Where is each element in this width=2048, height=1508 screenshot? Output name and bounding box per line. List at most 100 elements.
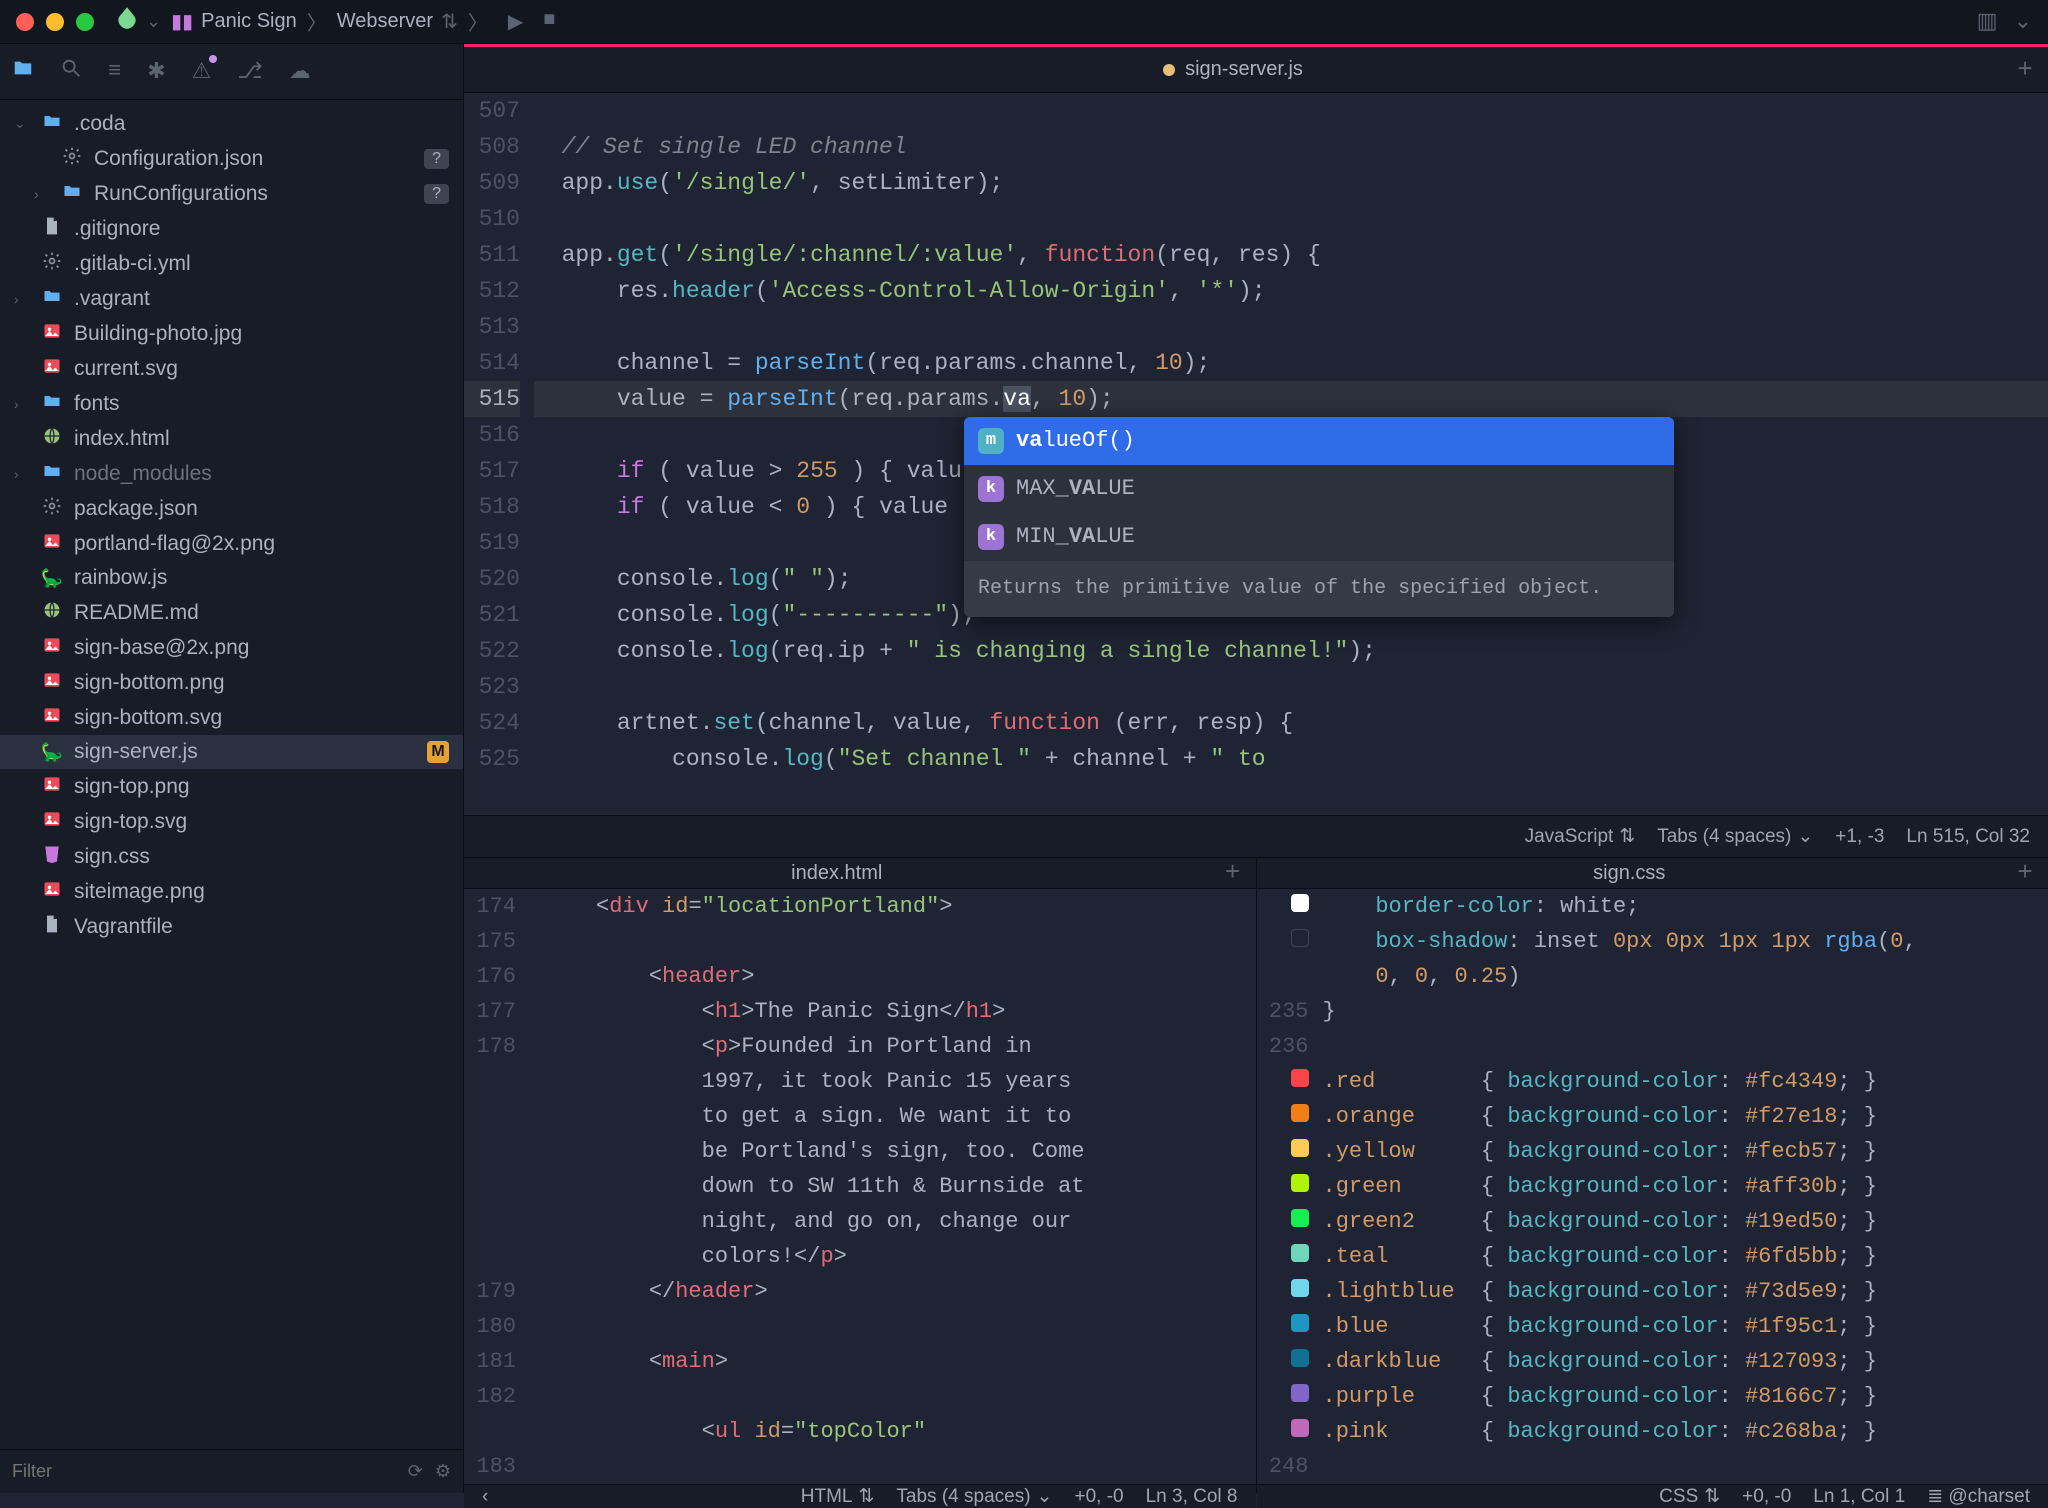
status-lang[interactable]: JavaScript ⇅ <box>1525 825 1636 848</box>
folder-icon <box>60 181 84 206</box>
folder-icon <box>40 111 64 136</box>
sidebar-tab-symbols[interactable]: ≡ <box>108 59 121 84</box>
sidebar-tab-git[interactable]: ✱ <box>147 59 165 85</box>
file-item-sign-base-2x-png[interactable]: sign-base@2x.png <box>0 630 463 665</box>
close-window[interactable] <box>16 13 34 31</box>
layout-toggle-icon[interactable]: ▥ <box>1977 9 1998 35</box>
folder-icon: ▮▮ <box>171 9 193 34</box>
file-item-index-html[interactable]: index.html <box>0 421 463 456</box>
ac-badge-icon: k <box>978 524 1004 550</box>
status-lang[interactable]: CSS ⇅ <box>1659 1485 1720 1508</box>
css-icon <box>40 844 64 869</box>
sidebar-tab-files[interactable] <box>12 57 34 86</box>
editor-html: index.html + 174175176177178179180181182… <box>464 858 1257 1493</box>
file-icon <box>40 914 64 939</box>
file-item-sign-css[interactable]: sign.css <box>0 839 463 874</box>
file-name: index.html <box>74 427 449 451</box>
file-item-sign-top-svg[interactable]: sign-top.svg <box>0 804 463 839</box>
file-item--gitignore[interactable]: .gitignore <box>0 211 463 246</box>
file-item-siteimage-png[interactable]: siteimage.png <box>0 874 463 909</box>
chevron-down-icon[interactable]: ⌄ <box>146 11 161 33</box>
zoom-window[interactable] <box>76 13 94 31</box>
file-icon <box>40 216 64 241</box>
status-pos: Ln 3, Col 8 <box>1146 1486 1238 1508</box>
sidebar: ≡ ✱ ⚠ ⎇ ☁ ⌄.codaConfiguration.json?›RunC… <box>0 44 464 1493</box>
file-item-runconfigurations[interactable]: ›RunConfigurations? <box>0 176 463 211</box>
status-indent[interactable]: Tabs (4 spaces) ⌄ <box>896 1485 1052 1508</box>
file-tree[interactable]: ⌄.codaConfiguration.json?›RunConfigurati… <box>0 100 463 1449</box>
chevron-icon[interactable]: › <box>34 186 50 202</box>
tab-index-html[interactable]: index.html <box>771 858 902 888</box>
gear-icon <box>40 251 64 276</box>
img-icon <box>40 774 64 799</box>
file-item-current-svg[interactable]: current.svg <box>0 351 463 386</box>
file-item--gitlab-ci-yml[interactable]: .gitlab-ci.yml <box>0 246 463 281</box>
breadcrumb-project[interactable]: ▮▮ Panic Sign <box>161 9 307 34</box>
img-icon <box>40 879 64 904</box>
status-sym[interactable]: ≣ @charset <box>1927 1485 2030 1508</box>
gutter-main: 5075085095105115125135145155165175185195… <box>464 93 534 815</box>
code-body-main[interactable]: 5075085095105115125135145155165175185195… <box>464 93 2048 815</box>
code-html[interactable]: <div id="locationPortland"> <header> <h1… <box>530 889 1256 1484</box>
sidebar-tab-cloud[interactable]: ☁ <box>289 59 311 85</box>
filter-input[interactable] <box>12 1461 396 1482</box>
file-name: README.md <box>74 601 449 625</box>
ac-badge-icon: k <box>978 476 1004 502</box>
file-item-sign-bottom-svg[interactable]: sign-bottom.svg <box>0 700 463 735</box>
file-item-package-json[interactable]: package.json <box>0 491 463 526</box>
nova-app-icon <box>114 5 140 39</box>
stop-button[interactable]: ■ <box>543 9 555 35</box>
status-indent[interactable]: Tabs (4 spaces) ⌄ <box>1657 825 1813 848</box>
refresh-icon[interactable]: ⟳ <box>408 1461 423 1483</box>
gutter-html: 174175176177178179180181182183 <box>464 889 530 1484</box>
minimize-window[interactable] <box>46 13 64 31</box>
file-item-sign-server-js[interactable]: 🦕sign-server.jsM <box>0 735 463 769</box>
tab-sign-css[interactable]: sign.css <box>1573 858 1685 888</box>
file-name: sign-bottom.png <box>74 671 449 695</box>
code-body-css[interactable]: 235236248 border-color: white; box-shado… <box>1257 889 2048 1484</box>
ac-item-valueof-[interactable]: mvalueOf() <box>964 417 1674 465</box>
status-diff: +1, -3 <box>1835 826 1884 848</box>
sidebar-tab-issues[interactable]: ⚠ <box>192 59 212 85</box>
file-item-rainbow-js[interactable]: 🦕rainbow.js <box>0 561 463 595</box>
chevron-icon[interactable]: ⌄ <box>14 115 30 132</box>
file-item-node-modules[interactable]: ›node_modules <box>0 456 463 491</box>
code-body-html[interactable]: 174175176177178179180181182183 <div id="… <box>464 889 1256 1484</box>
file-item-vagrantfile[interactable]: Vagrantfile <box>0 909 463 944</box>
sidebar-tab-search[interactable] <box>60 57 82 86</box>
new-tab-button[interactable]: + <box>2002 858 2048 888</box>
ac-badge-icon: m <box>978 428 1004 454</box>
file-item-portland-flag-2x-png[interactable]: portland-flag@2x.png <box>0 526 463 561</box>
file-item-readme-md[interactable]: README.md <box>0 595 463 630</box>
new-tab-button[interactable]: + <box>2002 55 2048 85</box>
settings-icon[interactable]: ⚙ <box>435 1461 451 1483</box>
ac-doc: Returns the primitive value of the speci… <box>964 561 1674 617</box>
file-name: sign-bottom.svg <box>74 706 449 730</box>
tabbar-html: index.html + <box>464 858 1256 889</box>
chevron-down-icon[interactable]: ⌄ <box>2014 9 2032 35</box>
file-item-sign-bottom-png[interactable]: sign-bottom.png <box>0 665 463 700</box>
file-item-fonts[interactable]: ›fonts <box>0 386 463 421</box>
file-item--coda[interactable]: ⌄.coda <box>0 106 463 141</box>
new-tab-button[interactable]: + <box>1210 858 1256 888</box>
chevron-left-icon[interactable]: ‹ <box>482 1486 488 1508</box>
sidebar-tab-source-control[interactable]: ⎇ <box>237 59 262 85</box>
autocomplete-popup[interactable]: mvalueOf()kMAX_VALUEkMIN_VALUEReturns th… <box>964 417 1674 617</box>
code-css[interactable]: border-color: white; box-shadow: inset 0… <box>1323 889 2048 1484</box>
status-lang[interactable]: HTML ⇅ <box>801 1485 875 1508</box>
file-item-configuration-json[interactable]: Configuration.json? <box>0 141 463 176</box>
chevron-icon[interactable]: › <box>14 396 30 412</box>
play-button[interactable]: ▶ <box>508 9 523 35</box>
file-item--vagrant[interactable]: ›.vagrant <box>0 281 463 316</box>
breadcrumb-server[interactable]: Webserver ⇅ <box>327 9 468 34</box>
file-name: sign-top.svg <box>74 810 449 834</box>
chevron-icon[interactable]: › <box>14 466 30 482</box>
file-item-building-photo-jpg[interactable]: Building-photo.jpg <box>0 316 463 351</box>
tab-sign-server[interactable]: sign-server.js <box>1143 47 1323 92</box>
editor-css: sign.css + 235236248 border-color: white… <box>1257 858 2048 1493</box>
ac-item-max-value[interactable]: kMAX_VALUE <box>964 465 1674 513</box>
html-icon <box>40 600 64 625</box>
ac-item-min-value[interactable]: kMIN_VALUE <box>964 513 1674 561</box>
file-item-sign-top-png[interactable]: sign-top.png <box>0 769 463 804</box>
chevron-icon[interactable]: › <box>14 291 30 307</box>
